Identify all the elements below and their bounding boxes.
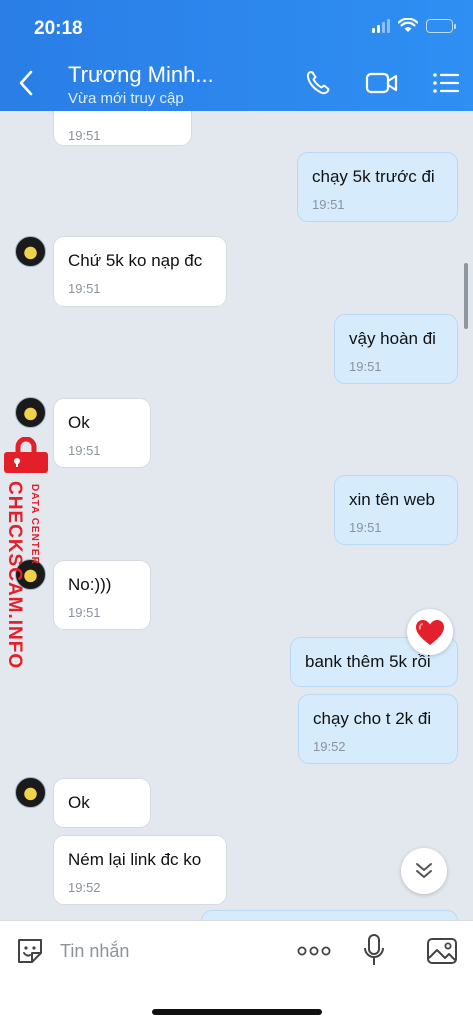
back-button[interactable] bbox=[14, 68, 40, 98]
message-time: 19:51 bbox=[349, 520, 382, 535]
message-bubble-incoming[interactable]: Ok bbox=[53, 778, 151, 828]
padlock-watermark-icon bbox=[4, 437, 48, 473]
voice-record-button[interactable] bbox=[362, 933, 386, 969]
message-bubble-outgoing[interactable]: vậy hoàn đi 19:51 bbox=[334, 314, 458, 384]
message-bubble-incoming[interactable]: No:))) 19:51 bbox=[53, 560, 151, 630]
message-time: 19:52 bbox=[68, 880, 101, 895]
scrollbar[interactable] bbox=[464, 263, 468, 329]
message-text: Ok bbox=[68, 793, 90, 812]
message-bubble-outgoing[interactable]: chạy 5k trước đi 19:51 bbox=[297, 152, 458, 222]
image-picker-button[interactable] bbox=[425, 935, 459, 967]
heart-icon bbox=[416, 619, 444, 645]
more-dots-icon bbox=[297, 946, 331, 956]
video-camera-icon bbox=[365, 72, 398, 94]
status-icons bbox=[372, 18, 456, 33]
scroll-to-bottom-button[interactable] bbox=[401, 848, 447, 894]
message-bubble-incoming[interactable]: Ném lại link đc ko 19:52 bbox=[53, 835, 227, 905]
contact-name[interactable]: Trương Minh... bbox=[68, 62, 214, 88]
message-bubble-incoming[interactable]: Ok 19:51 bbox=[53, 398, 151, 468]
message-input[interactable]: Tin nhắn bbox=[60, 941, 129, 962]
chat-header: 20:18 Trương Minh... Vừa mới truy cập bbox=[0, 0, 473, 111]
wifi-icon bbox=[398, 18, 418, 32]
last-seen-status: Vừa mới truy cập bbox=[68, 90, 184, 107]
avatar[interactable] bbox=[15, 236, 46, 267]
chevron-left-icon bbox=[19, 70, 33, 96]
menu-button[interactable] bbox=[430, 68, 462, 98]
message-time: 19:51 bbox=[68, 128, 101, 143]
image-icon bbox=[427, 938, 457, 964]
reaction-button[interactable] bbox=[407, 609, 453, 655]
sticker-icon bbox=[18, 939, 42, 963]
message-text: No:))) bbox=[68, 575, 112, 594]
message-list[interactable]: 19:51 chạy 5k trước đi 19:51 Chứ 5k ko n… bbox=[0, 111, 473, 920]
message-text: Ok bbox=[68, 413, 90, 432]
video-call-button[interactable] bbox=[364, 68, 400, 98]
message-time: 19:51 bbox=[68, 281, 101, 296]
message-time: 19:51 bbox=[312, 197, 345, 212]
microphone-icon bbox=[364, 934, 384, 965]
more-options-button[interactable] bbox=[296, 935, 332, 967]
watermark-subtext: DATA CENTER bbox=[29, 484, 40, 565]
call-button[interactable] bbox=[302, 68, 334, 98]
message-text: chạy 5k trước đi bbox=[312, 167, 435, 186]
phone-icon bbox=[306, 71, 330, 95]
home-indicator[interactable] bbox=[152, 1009, 322, 1015]
message-text: Ném lại link đc ko bbox=[68, 850, 202, 869]
message-bubble-incoming[interactable]: 19:51 bbox=[53, 111, 192, 146]
status-time: 20:18 bbox=[34, 18, 83, 39]
avatar[interactable] bbox=[15, 777, 46, 808]
message-text: bank thêm 5k rồi bbox=[305, 652, 431, 671]
message-composer: Tin nhắn bbox=[0, 920, 473, 1024]
message-text: Chứ 5k ko nạp đc bbox=[68, 251, 203, 270]
avatar[interactable] bbox=[15, 397, 46, 428]
message-text: xin tên web bbox=[349, 490, 435, 509]
battery-icon bbox=[426, 18, 456, 33]
signal-icon bbox=[372, 18, 390, 33]
message-text: vậy hoàn đi bbox=[349, 329, 436, 348]
message-bubble-outgoing[interactable]: chạy cho t 2k đi 19:52 bbox=[298, 694, 458, 764]
message-bubble-outgoing[interactable]: xin tên web 19:51 bbox=[334, 475, 458, 545]
watermark-text: CHECKSCAM.INFO bbox=[4, 481, 25, 670]
message-bubble-incoming[interactable]: Chứ 5k ko nạp đc 19:51 bbox=[53, 236, 227, 307]
message-text: chạy cho t 2k đi bbox=[313, 709, 432, 728]
list-menu-icon bbox=[433, 73, 460, 93]
sticker-button[interactable] bbox=[14, 935, 46, 967]
message-time: 19:51 bbox=[68, 605, 101, 620]
double-chevron-down-icon bbox=[416, 863, 432, 878]
message-time: 19:51 bbox=[349, 359, 382, 374]
message-time: 19:52 bbox=[313, 739, 346, 754]
message-time: 19:51 bbox=[68, 443, 101, 458]
message-bubble-outgoing[interactable] bbox=[201, 910, 458, 920]
